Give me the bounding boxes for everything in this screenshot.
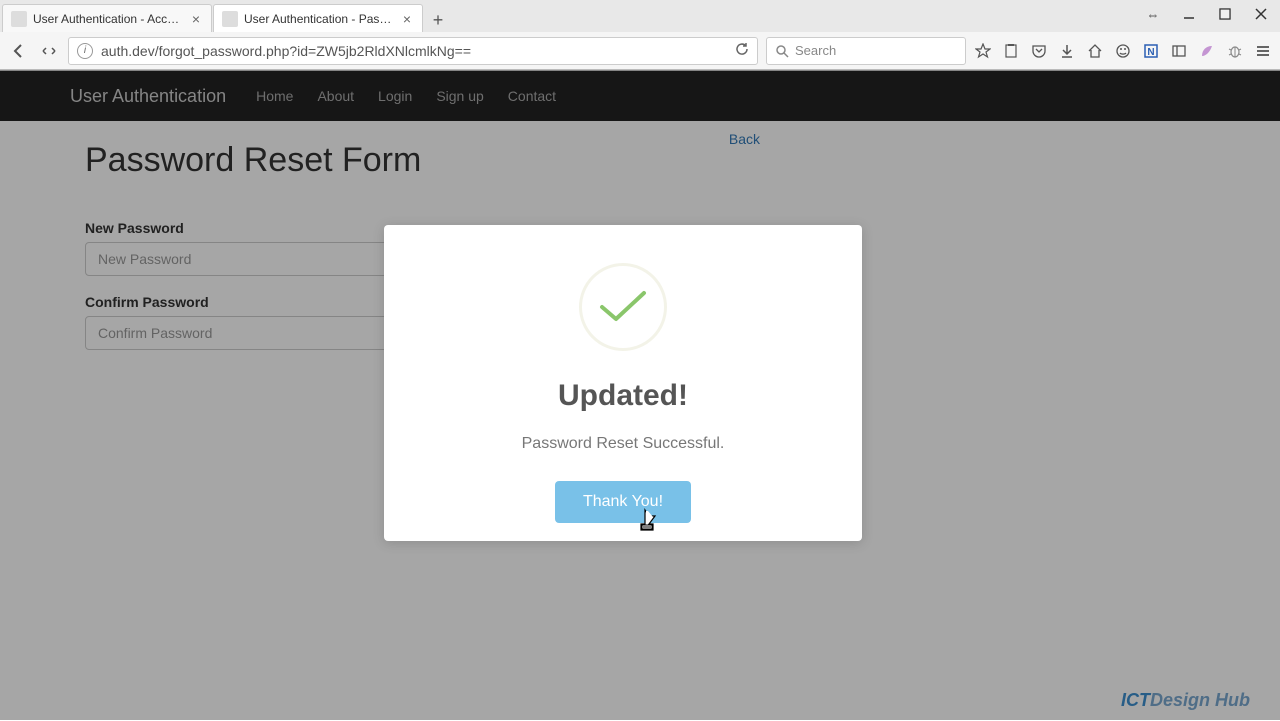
download-icon[interactable]	[1058, 42, 1076, 60]
reload-icon[interactable]	[735, 42, 749, 59]
address-bar: i auth.dev/forgot_password.php?id=ZW5jb2…	[0, 32, 1280, 70]
resize-icon[interactable]: ⇔	[1140, 4, 1166, 24]
search-placeholder: Search	[795, 43, 836, 58]
browser-tab[interactable]: User Authentication - Account... ×	[2, 4, 212, 32]
tab-title: User Authentication - Passwor...	[244, 12, 392, 26]
back-button[interactable]	[8, 40, 30, 62]
tab-favicon	[11, 11, 27, 27]
browser-tab-active[interactable]: User Authentication - Passwor... ×	[213, 4, 423, 32]
toolbar-icons: N	[974, 42, 1272, 60]
star-icon[interactable]	[974, 42, 992, 60]
modal-text: Password Reset Successful.	[404, 435, 842, 453]
bug-icon[interactable]	[1226, 42, 1244, 60]
home-icon[interactable]	[1086, 42, 1104, 60]
n-icon[interactable]: N	[1142, 42, 1160, 60]
thank-you-button[interactable]: Thank You!	[555, 481, 691, 523]
menu-icon[interactable]	[1254, 42, 1272, 60]
tab-favicon	[222, 11, 238, 27]
dev-icon[interactable]	[38, 40, 60, 62]
info-icon[interactable]: i	[77, 43, 93, 59]
window-controls: ⇔	[1140, 4, 1274, 24]
close-icon[interactable]: ×	[189, 12, 203, 26]
maximize-icon[interactable]	[1212, 4, 1238, 24]
url-text: auth.dev/forgot_password.php?id=ZW5jb2Rl…	[101, 43, 729, 59]
success-modal: Updated! Password Reset Successful. Than…	[384, 225, 862, 541]
close-window-icon[interactable]	[1248, 4, 1274, 24]
panel-icon[interactable]	[1170, 42, 1188, 60]
checkmark-icon	[598, 289, 648, 325]
browser-chrome: User Authentication - Account... × User …	[0, 0, 1280, 71]
clipboard-icon[interactable]	[1002, 42, 1020, 60]
new-tab-button[interactable]: +	[424, 8, 452, 32]
tab-title: User Authentication - Account...	[33, 12, 181, 26]
minimize-icon[interactable]	[1176, 4, 1202, 24]
url-box[interactable]: i auth.dev/forgot_password.php?id=ZW5jb2…	[68, 37, 758, 65]
close-icon[interactable]: ×	[400, 12, 414, 26]
smile-icon[interactable]	[1114, 42, 1132, 60]
search-box[interactable]: Search	[766, 37, 966, 65]
feather-icon[interactable]	[1198, 42, 1216, 60]
success-circle	[579, 263, 667, 351]
tab-bar: User Authentication - Account... × User …	[0, 0, 1280, 32]
search-icon	[775, 44, 789, 58]
svg-text:N: N	[1147, 47, 1154, 58]
pocket-icon[interactable]	[1030, 42, 1048, 60]
modal-title: Updated!	[404, 379, 842, 413]
